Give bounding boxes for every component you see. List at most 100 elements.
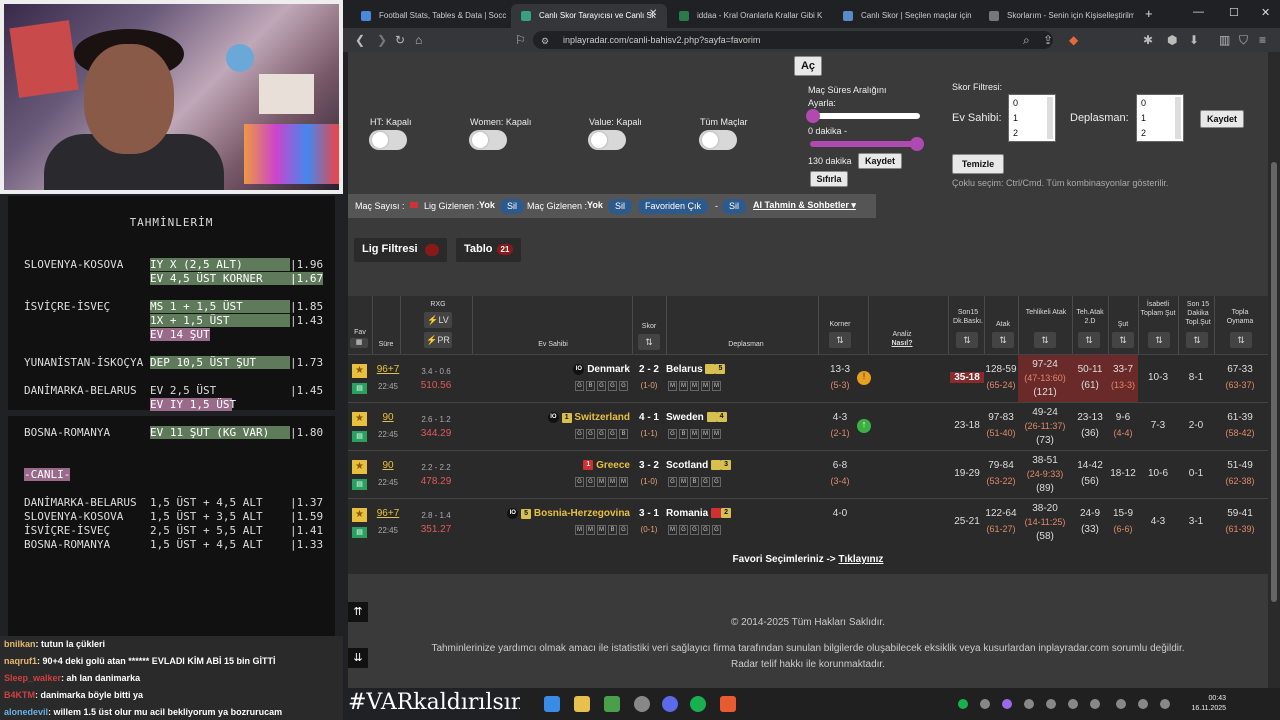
open-button[interactable]: Aç xyxy=(794,56,822,76)
possession-sort-icon[interactable]: ⇅ xyxy=(1230,332,1252,348)
lv-button[interactable]: ⚡LV xyxy=(424,312,452,328)
favorite-star-icon[interactable]: ★ xyxy=(352,412,367,426)
page-scrollbar[interactable] xyxy=(1268,52,1280,688)
match-minute[interactable]: 96+7 xyxy=(374,364,402,375)
tray-icon[interactable] xyxy=(1046,699,1056,709)
value-toggle[interactable] xyxy=(588,130,626,150)
forward-icon[interactable]: ❯ xyxy=(377,33,387,47)
tray-icon[interactable] xyxy=(1090,699,1100,709)
away-score-select[interactable]: 012 xyxy=(1136,94,1184,142)
away-team[interactable]: Belarus 5 xyxy=(666,364,726,375)
extensions-icon[interactable]: ✱ xyxy=(1143,33,1153,47)
tab-fbref[interactable]: Football Stats, Tables & Data | Socc xyxy=(351,4,511,28)
away-team[interactable]: Romania 2 xyxy=(666,508,732,519)
favorite-star-icon[interactable]: ★ xyxy=(352,364,367,378)
stats-icon[interactable]: ▤ xyxy=(352,383,367,394)
stats-icon[interactable]: ▤ xyxy=(352,431,367,442)
tab-skorlarim[interactable]: Skorlarım - Senin için Kişiselleştirilm xyxy=(979,4,1134,28)
all-matches-toggle[interactable] xyxy=(699,130,737,150)
remove-match-button[interactable]: Sil xyxy=(608,199,633,214)
save-range-button[interactable]: Kaydet xyxy=(858,153,902,169)
file-explorer-icon[interactable] xyxy=(574,696,590,712)
max-slider[interactable] xyxy=(810,137,924,151)
min-slider-handle[interactable] xyxy=(806,109,820,123)
tray-icon[interactable] xyxy=(1024,699,1034,709)
spotify-tray-icon[interactable] xyxy=(958,699,968,709)
max-slider-handle[interactable] xyxy=(910,137,924,151)
clear-button[interactable]: Temizle xyxy=(952,154,1004,174)
match-minute[interactable]: 90 xyxy=(374,460,402,471)
reload-icon[interactable]: ↻ xyxy=(395,33,405,47)
share-icon[interactable]: ⇪ xyxy=(1043,33,1053,47)
wallet-icon[interactable]: ⛉ xyxy=(1239,33,1248,48)
home-icon[interactable]: ⌂ xyxy=(415,33,422,47)
corner-sort-icon[interactable]: ⇅ xyxy=(829,332,851,348)
new-tab-icon[interactable]: + xyxy=(1145,6,1153,21)
match-minute[interactable]: 96+7 xyxy=(374,508,402,519)
tab-canli-skor[interactable]: Canlı Skor | Seçilen maçlar için canl xyxy=(833,4,973,28)
brave-icon[interactable] xyxy=(720,696,736,712)
minimize-icon[interactable]: — xyxy=(1193,6,1204,18)
clock[interactable]: 00:43 16.11.2025 xyxy=(1191,694,1226,714)
tray-icon[interactable] xyxy=(980,699,990,709)
reset-button[interactable]: Sıfırla xyxy=(810,171,848,187)
spotify-icon[interactable] xyxy=(690,696,706,712)
match-row[interactable]: ★ ▤ 90 22:45 2.6 - 1.2 344.29 IO 1 Switz… xyxy=(348,402,1268,450)
how-link[interactable]: Nasıl? xyxy=(878,339,926,348)
stats-icon[interactable]: ▤ xyxy=(352,479,367,490)
maximize-icon[interactable]: ☐ xyxy=(1229,6,1239,19)
brave-shield-icon[interactable]: ◆ xyxy=(1069,33,1078,47)
save-score-button[interactable]: Kaydet xyxy=(1200,110,1244,128)
network-icon[interactable] xyxy=(1138,699,1148,709)
home-score-select[interactable]: 012 xyxy=(1008,94,1056,142)
match-row[interactable]: ★ ▤ 96+7 22:45 3.4 - 0.6 510.56 IO Denma… xyxy=(348,354,1268,402)
score-sort-icon[interactable]: ⇅ xyxy=(638,334,660,350)
attack-sort-icon[interactable]: ⇅ xyxy=(992,332,1014,348)
away-team[interactable]: Sweden 4 xyxy=(666,412,727,423)
fav-sort-icon[interactable]: ▦ xyxy=(350,338,368,348)
ht-toggle[interactable] xyxy=(369,130,407,150)
menu-icon[interactable]: ≡ xyxy=(1259,33,1266,47)
away-team[interactable]: Scotland 3 xyxy=(666,460,732,471)
shot-sort-icon[interactable]: ⇅ xyxy=(1112,332,1134,348)
puzzle-icon[interactable]: ⬢ xyxy=(1167,33,1177,47)
zoom-icon[interactable]: ⌕ xyxy=(1023,33,1030,48)
table-button[interactable]: Tablo 21 xyxy=(456,238,522,262)
favorites-link[interactable]: Tıklayınız xyxy=(838,554,883,565)
remove-league-button[interactable]: Sil xyxy=(500,199,525,214)
match-row[interactable]: ★ ▤ 96+7 22:45 2.8 - 1.4 351.27 IO 5 Bos… xyxy=(348,498,1268,546)
close-tab-icon[interactable]: ✕ xyxy=(649,8,657,19)
up-arrow-icon[interactable]: ↑ xyxy=(857,419,871,433)
home-team[interactable]: IO 1 Switzerland xyxy=(547,412,630,423)
last15-sort-icon[interactable]: ⇅ xyxy=(1186,332,1208,348)
discord-icon[interactable] xyxy=(662,696,678,712)
match-minute[interactable]: 90 xyxy=(374,412,402,423)
ai-menu-button[interactable]: AI Tahmin & Sohbetler ▾ xyxy=(753,200,856,211)
tray-icon[interactable] xyxy=(1068,699,1078,709)
site-info-icon[interactable]: ⚙ xyxy=(541,36,549,47)
league-filter-button[interactable]: Lig Filtresi xyxy=(354,238,447,262)
back-icon[interactable]: ❮ xyxy=(355,33,365,47)
favorite-star-icon[interactable]: ★ xyxy=(352,508,367,522)
windows-start-icon[interactable] xyxy=(544,696,560,712)
close-window-icon[interactable]: ✕ xyxy=(1261,6,1270,19)
sidebar-icon[interactable]: ▥ xyxy=(1219,33,1230,47)
women-toggle[interactable] xyxy=(469,130,507,150)
min-slider[interactable] xyxy=(806,109,920,123)
warning-icon[interactable]: ! xyxy=(857,371,871,385)
home-team[interactable]: IO Denmark xyxy=(573,364,630,375)
match-row[interactable]: ★ ▤ 90 22:45 2.2 - 2.2 478.29 IO 1 Greec… xyxy=(348,450,1268,498)
download-icon[interactable]: ⬇ xyxy=(1189,33,1199,47)
home-team[interactable]: IO 1 Greece xyxy=(583,460,630,471)
tab-inplayradar[interactable]: Canlı Skor Tarayıcısı ve Canlı Sk xyxy=(511,4,667,28)
notepad-icon[interactable] xyxy=(604,696,620,712)
remove-fav-button[interactable]: Sil xyxy=(722,199,747,214)
volume-icon[interactable] xyxy=(1160,699,1170,709)
danger2-sort-icon[interactable]: ⇅ xyxy=(1078,332,1100,348)
bookmark-icon[interactable]: ⚐ xyxy=(515,33,526,47)
pressure-sort-icon[interactable]: ⇅ xyxy=(956,332,978,348)
tab-iddaa[interactable]: iddaa - Kral Oranlarla Krallar Gibi K xyxy=(669,4,829,28)
tray-icon[interactable] xyxy=(1116,699,1126,709)
danger-sort-icon[interactable]: ⇅ xyxy=(1034,332,1056,348)
pr-button[interactable]: ⚡PR xyxy=(424,332,452,348)
